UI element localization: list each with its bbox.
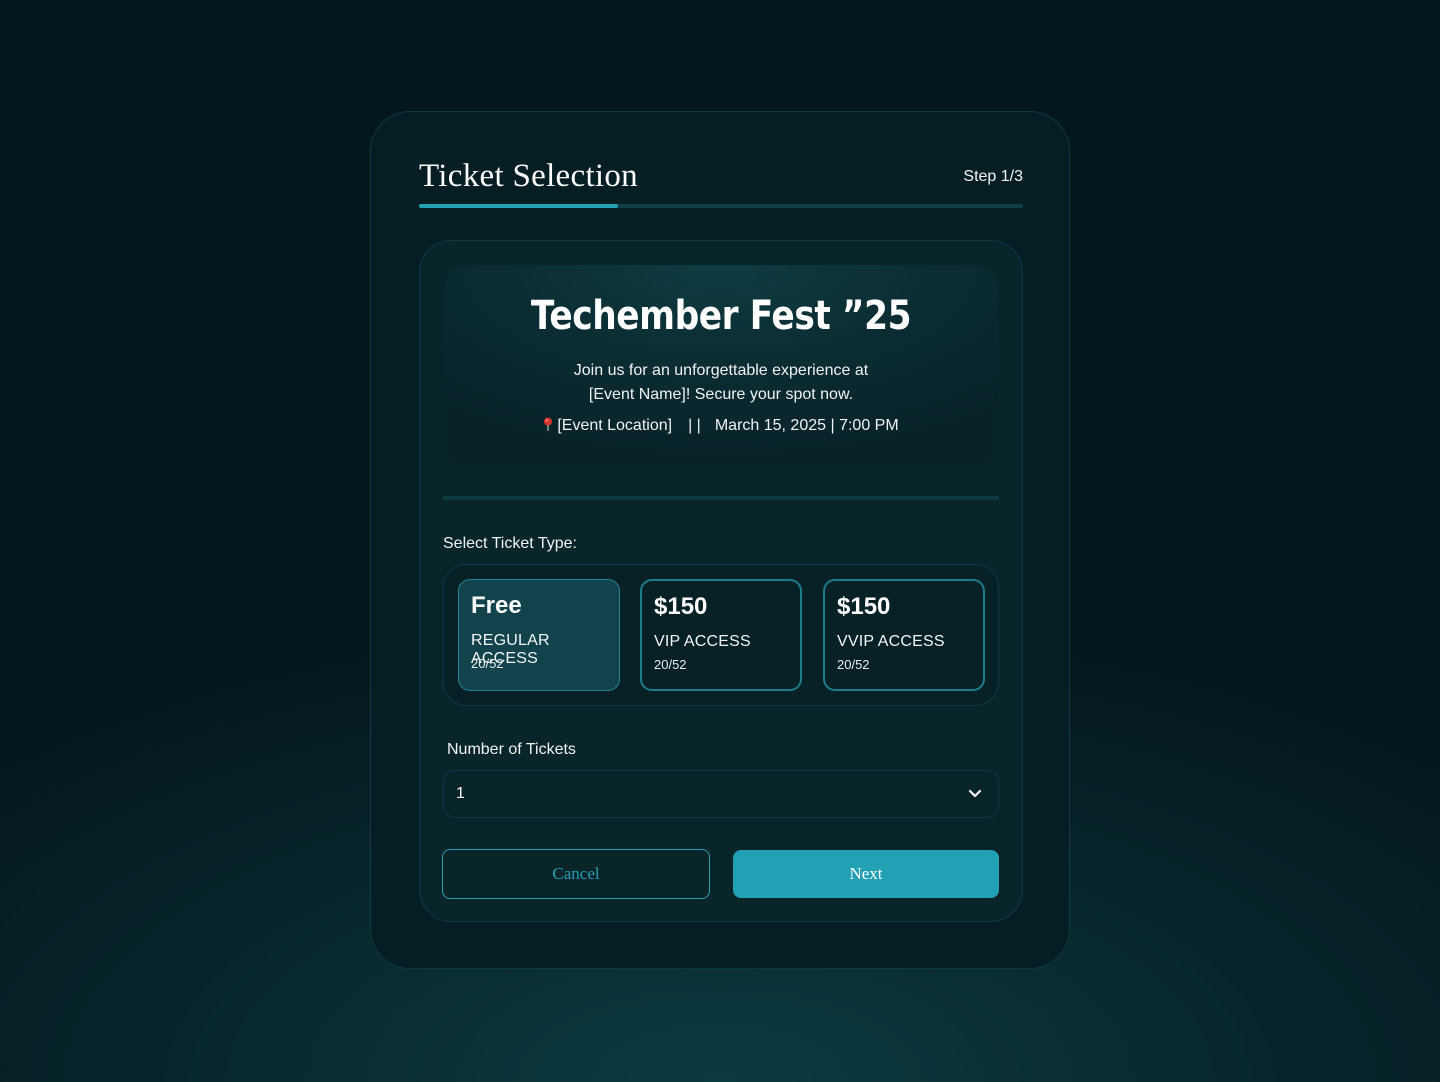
ticket-price: $150 — [654, 593, 708, 620]
ticket-availability: 20/52 — [837, 657, 870, 672]
ticket-access-type: VVIP ACCESS — [837, 633, 945, 650]
meta-separator: | | — [688, 417, 701, 434]
ticket-quantity-select[interactable]: 1 — [443, 770, 999, 818]
ticket-quantity-label: Number of Tickets — [447, 741, 576, 758]
event-meta: [Event Location] | | March 15, 2025 | 7:00… — [444, 417, 998, 435]
event-banner: Techember Fest ”25 Join us for an unforg… — [444, 265, 998, 465]
ticket-form-panel: Techember Fest ”25 Join us for an unforg… — [419, 240, 1023, 922]
ticket-price: Free — [471, 592, 522, 619]
progress-bar — [419, 204, 1023, 208]
ticket-availability: 20/52 — [654, 657, 687, 672]
ticket-availability: 20/52 — [471, 656, 504, 671]
ticket-type-label: Select Ticket Type: — [443, 535, 577, 552]
cancel-button[interactable]: Cancel — [442, 849, 710, 899]
ticket-price: $150 — [837, 593, 891, 620]
ticket-access-type: VIP ACCESS — [654, 633, 751, 650]
chevron-down-icon — [968, 789, 982, 798]
ticket-selection-card: Ticket Selection Step 1/3 Techember Fest… — [370, 111, 1070, 969]
page-title: Ticket Selection — [419, 158, 638, 194]
event-datetime: March 15, 2025 | 7:00 PM — [714, 417, 899, 434]
map-pin-icon — [544, 417, 553, 431]
ticket-option-vvip[interactable]: $150 VVIP ACCESS 20/52 — [823, 579, 985, 691]
next-button[interactable]: Next — [733, 850, 999, 898]
progress-bar-fill — [419, 204, 619, 208]
ticket-option-regular[interactable]: Free REGULAR ACCESS 20/52 — [458, 579, 620, 691]
card-header: Ticket Selection Step 1/3 — [419, 158, 1023, 198]
ticket-option-vip[interactable]: $150 VIP ACCESS 20/52 — [640, 579, 802, 691]
event-description: Join us for an unforgettable experience … — [573, 362, 869, 403]
event-title: Techember Fest ”25 — [530, 293, 912, 339]
step-indicator: Step 1/3 — [963, 168, 1023, 185]
ticket-quantity-value: 1 — [456, 785, 465, 802]
section-divider — [443, 496, 999, 500]
ticket-type-options: Free REGULAR ACCESS 20/52 $150 VIP ACCES… — [443, 564, 999, 706]
event-location: [Event Location] — [557, 417, 673, 434]
